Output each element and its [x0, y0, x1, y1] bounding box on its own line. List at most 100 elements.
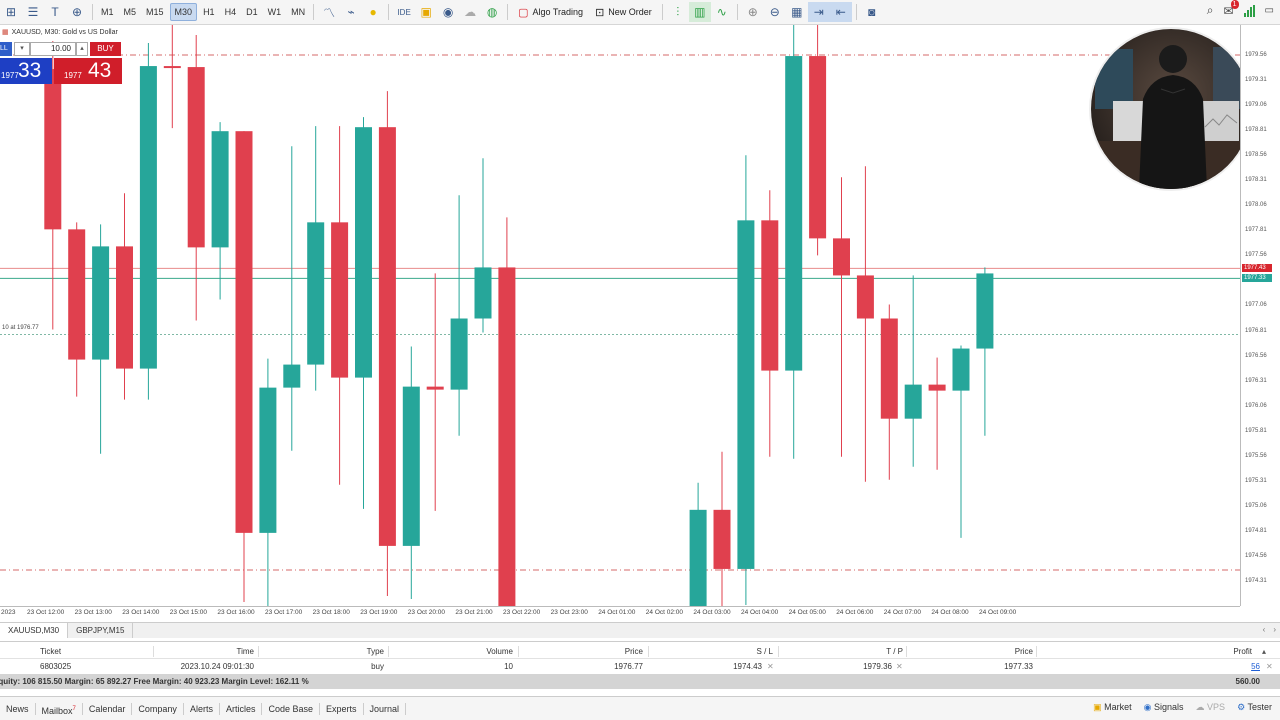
bear-candle [378, 127, 396, 546]
autoscroll-icon[interactable]: ⇥ [807, 2, 830, 22]
tab-scroll-left-icon[interactable]: ‹ [1263, 625, 1266, 634]
market-link[interactable]: ▣ Market [1093, 702, 1132, 713]
time-tick-label: 24 Oct 08:00 [931, 609, 969, 616]
timeframe-button-mn[interactable]: MN [287, 3, 309, 21]
market-bag-icon: ▣ [1093, 702, 1102, 712]
connection-signal-icon[interactable] [1243, 4, 1255, 17]
time-tick-label: 2023 [1, 609, 16, 616]
buy-button[interactable]: BUY [90, 42, 121, 56]
shapes-icon[interactable]: ⊕ [66, 2, 88, 22]
time-axis[interactable]: 2023 23 Oct 12:00 23 Oct 13:00 23 Oct 14:00… [0, 606, 1240, 620]
tab-alerts[interactable]: Alerts [184, 702, 220, 715]
col-time[interactable]: Time [160, 644, 254, 659]
chart-tab[interactable]: GBPJPY,M15 [68, 623, 134, 638]
trade-table: Ticket Time Type Volume Price S / L T / … [0, 641, 1280, 696]
tab-scroll-right-icon[interactable]: › [1273, 625, 1276, 634]
toolbar-divider [92, 4, 93, 20]
remove-sl-icon[interactable]: ✕ [767, 659, 774, 674]
bar-chart-icon[interactable]: ⫶ [667, 2, 689, 22]
bid-price-big: 33 [18, 59, 42, 82]
text-tool-icon[interactable]: T [44, 2, 66, 22]
price-tick-label: 1978.31 [1245, 177, 1267, 184]
vps-link[interactable]: ☁ VPS [1196, 702, 1226, 713]
close-position-icon[interactable]: ✕ [1266, 659, 1273, 674]
grid-icon[interactable]: ▦ [786, 2, 808, 22]
cell-type: buy [371, 662, 384, 671]
tester-link[interactable]: ⚙ Tester [1237, 702, 1272, 713]
tab-journal[interactable]: Journal [364, 702, 407, 715]
new-chart-icon[interactable]: ⊞ [0, 2, 22, 22]
screenshot-icon[interactable]: ◙ [861, 2, 883, 22]
ask-price-button[interactable]: 1977 43 [54, 58, 122, 84]
remove-tp-icon[interactable]: ✕ [896, 659, 903, 674]
cell-sl[interactable]: 1974.43 [650, 659, 762, 674]
signals-link[interactable]: ◉ Signals [1144, 702, 1184, 713]
bear-candle [187, 67, 205, 248]
sell-button[interactable]: LL [0, 42, 12, 56]
col-ticket[interactable]: Ticket [40, 644, 61, 659]
search-icon[interactable]: ⌕ [1207, 3, 1214, 18]
col-sl[interactable]: S / L [650, 644, 773, 659]
zoom-in-icon[interactable]: ⊕ [742, 2, 764, 22]
timeframe-button-h1[interactable]: H1 [199, 3, 219, 21]
price-chart[interactable] [0, 25, 1240, 606]
tab-experts[interactable]: Experts [320, 702, 364, 715]
price-axis[interactable]: 1979.56 1979.31 1979.06 1978.81 1978.56 1978.… [1240, 25, 1280, 606]
column-divider [153, 646, 154, 657]
chart-tab[interactable]: XAUUSD,M30 [0, 623, 69, 638]
tab-articles[interactable]: Articles [220, 702, 263, 715]
indicators-icon[interactable]: ⌁ [340, 2, 362, 22]
tab-mailbox[interactable]: Mailbox7 [36, 702, 83, 716]
time-tick-label: 23 Oct 23:00 [550, 609, 588, 616]
new-order-button[interactable]: ⊡ New Order [589, 2, 658, 22]
volume-increase-button[interactable]: ▴ [76, 42, 88, 56]
col-type[interactable]: Type [260, 644, 384, 659]
menu-icon[interactable]: ☰ [22, 2, 44, 22]
tab-news[interactable]: News [0, 702, 36, 715]
table-header: Ticket Time Type Volume Price S / L T / … [0, 644, 1280, 659]
col-price[interactable]: Price [520, 644, 643, 659]
presenter-image [1091, 29, 1251, 189]
candlestick-icon[interactable]: ▥ [688, 2, 711, 22]
vps-globe-icon[interactable]: ◍ [481, 2, 503, 22]
timeframe-button-w1[interactable]: W1 [264, 3, 286, 21]
bear-candle [880, 318, 898, 419]
line-chart-icon[interactable]: ∿ [711, 2, 733, 22]
col-volume[interactable]: Volume [390, 644, 513, 659]
candlestick-chart[interactable] [0, 25, 1240, 606]
cell-tp[interactable]: 1979.36 [780, 659, 892, 674]
timeframe-button-m15[interactable]: M15 [142, 3, 168, 21]
zoom-out-icon[interactable]: ⊖ [764, 2, 786, 22]
volume-decrease-button[interactable]: ▾ [14, 42, 30, 56]
account-icon[interactable]: ▭ [1265, 5, 1274, 16]
ide-icon[interactable]: IDE [393, 2, 415, 22]
timeframe-button-m30[interactable]: M30 [169, 3, 198, 21]
algo-trading-button[interactable]: ▢ Algo Trading [512, 2, 589, 22]
tab-company[interactable]: Company [132, 702, 184, 715]
chart-shift-icon[interactable]: ⇤ [829, 2, 852, 22]
bid-price-button[interactable]: 1977 33 [0, 58, 52, 84]
cloud-icon[interactable]: ☁ [459, 2, 481, 22]
chart-type-icon[interactable]: 〽 [318, 2, 340, 22]
sort-arrow-icon[interactable]: ▴ [1262, 644, 1266, 659]
timeframe-button-m1[interactable]: M1 [97, 3, 118, 21]
notification-badge: 1 [1230, 0, 1239, 9]
tab-code-base[interactable]: Code Base [262, 702, 320, 715]
col-current-price[interactable]: Price [910, 644, 1033, 659]
volume-input[interactable]: 10.00 [30, 42, 76, 56]
toolbar-divider [313, 4, 315, 20]
timeframe-button-m5[interactable]: M5 [120, 3, 141, 21]
shopping-bag-icon[interactable]: ▣ [415, 2, 437, 22]
price-tick-label: 1976.06 [1245, 402, 1267, 409]
notifications-icon[interactable]: ✉ 1 [1223, 0, 1239, 18]
coin-icon[interactable]: ● [362, 2, 384, 22]
price-tick-label: 1975.31 [1245, 477, 1267, 484]
col-tp[interactable]: T / P [780, 644, 903, 659]
timeframe-button-d1[interactable]: D1 [242, 3, 262, 21]
col-profit[interactable]: Profit [1140, 644, 1252, 659]
timeframe-button-h4[interactable]: H4 [221, 3, 241, 21]
tab-calendar[interactable]: Calendar [83, 702, 133, 715]
price-tick-label: 1977.81 [1245, 227, 1267, 234]
signal-broadcast-icon[interactable]: ◉ [437, 2, 459, 22]
table-row[interactable]: 6803025 2023.10.24 09:01:30 buy 10 1976.… [0, 659, 1280, 674]
